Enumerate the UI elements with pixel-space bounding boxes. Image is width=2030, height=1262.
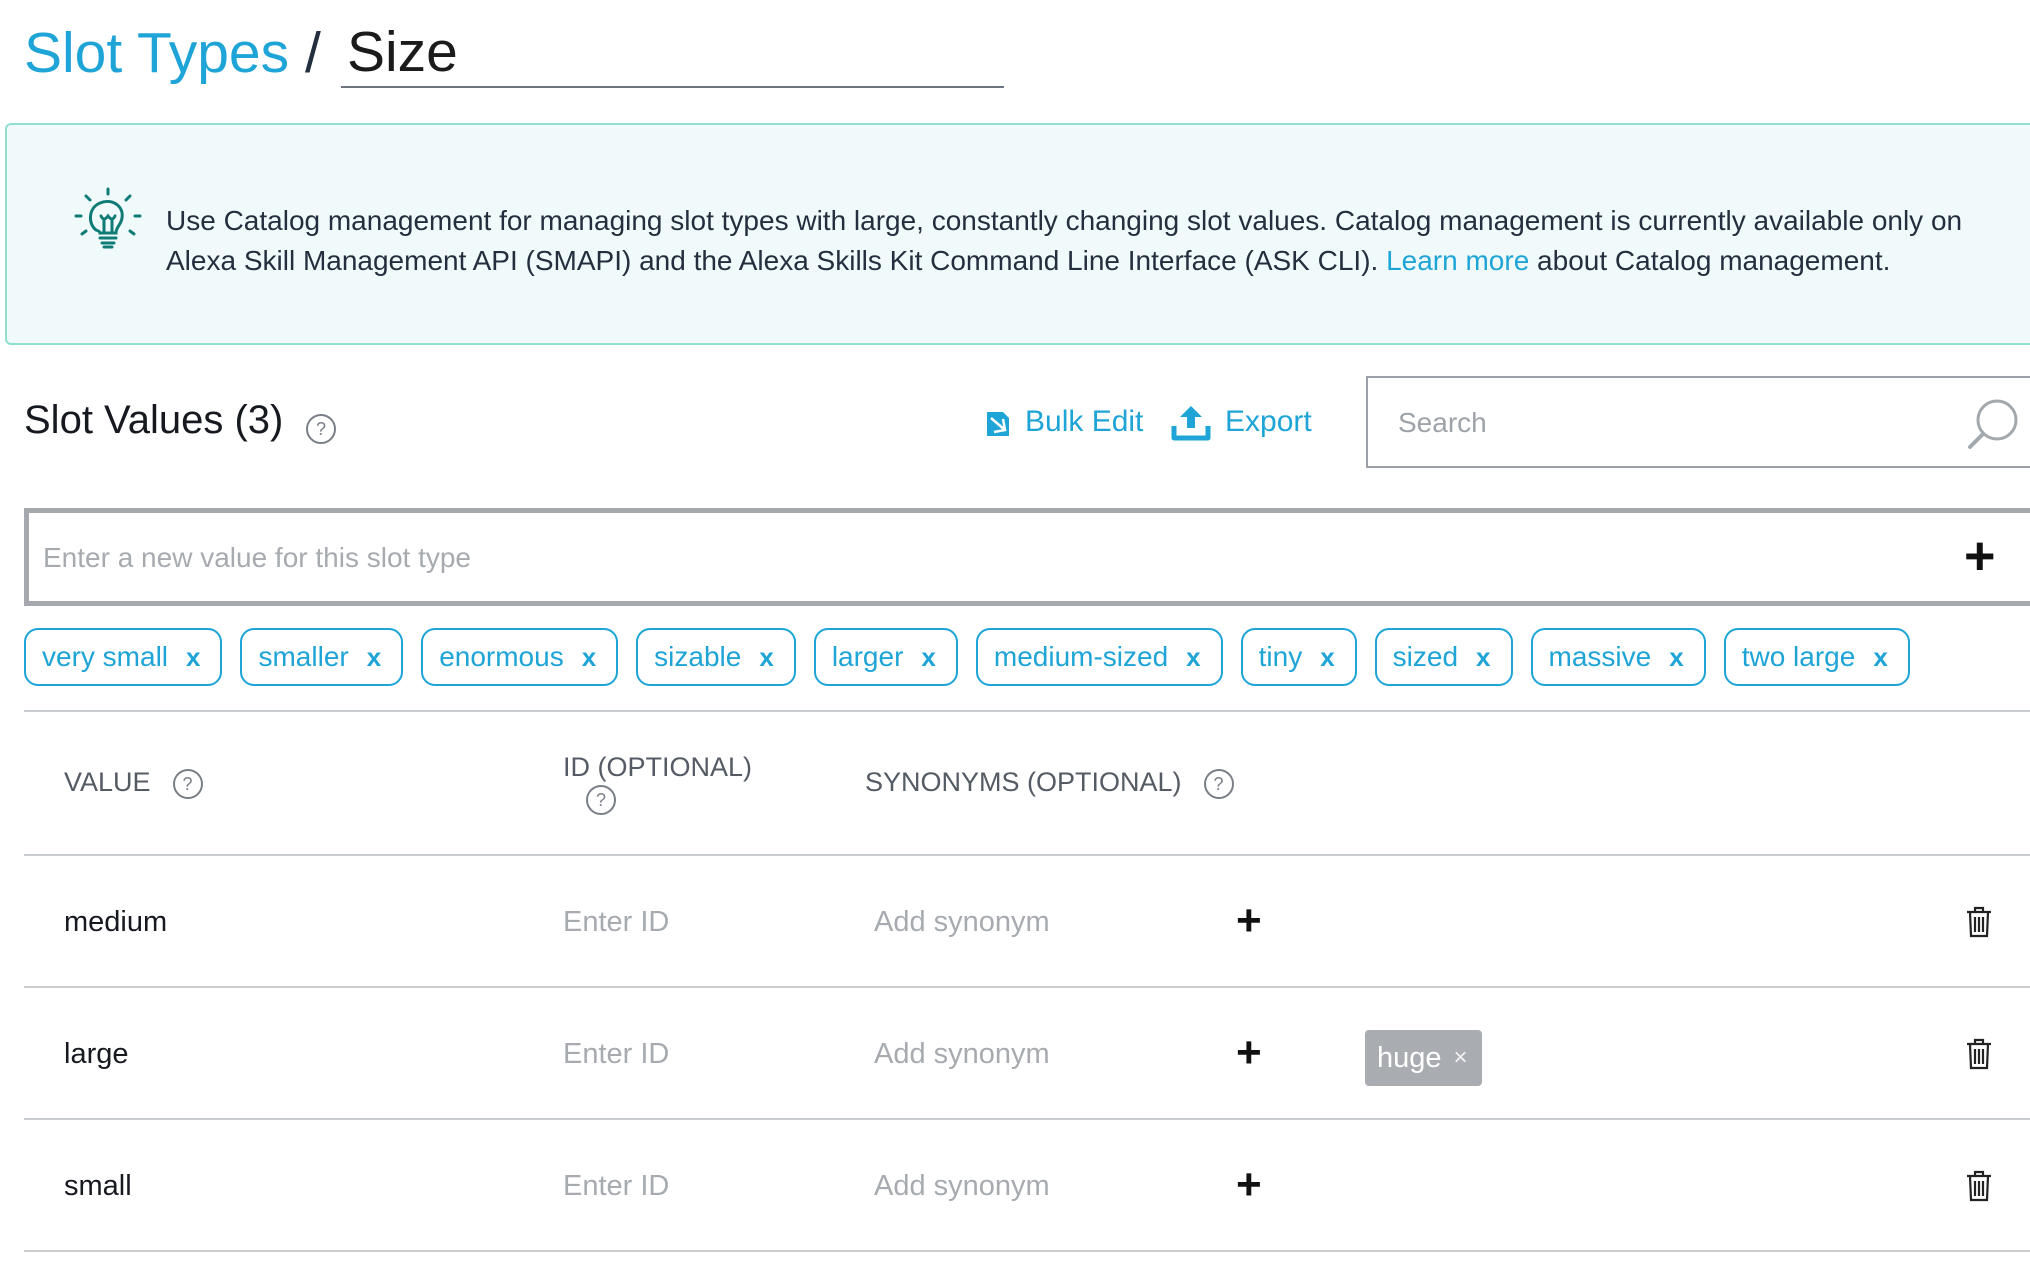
table-divider-top (24, 710, 2030, 712)
bulk-edit-button[interactable]: Bulk Edit (985, 402, 1143, 442)
lightbulb-icon (74, 187, 142, 249)
remove-suggestion-button[interactable]: x (186, 642, 200, 673)
column-header-id: ID (OPTIONAL) (563, 750, 752, 784)
suggestion-chip-label: larger (831, 641, 904, 672)
search-box (1366, 376, 2030, 468)
add-value-button[interactable]: + (1964, 529, 1996, 583)
row-synonym-input[interactable] (874, 900, 1194, 944)
delete-row-trash-icon[interactable] (1966, 1170, 1992, 1202)
remove-synonym-button[interactable]: × (1454, 1044, 1468, 1072)
export-button[interactable]: Export (1171, 402, 1312, 442)
suggestion-chip-label: sizable (654, 641, 742, 672)
suggestion-chip[interactable]: massive x (1530, 628, 1706, 686)
export-label: Export (1225, 405, 1312, 438)
suggestion-chip-label: medium-sized (993, 641, 1169, 672)
table-row-divider (24, 1250, 2030, 1252)
suggestion-chip[interactable]: tiny x (1240, 628, 1357, 686)
bulk-edit-icon (987, 412, 1009, 437)
breadcrumb-slot-types-link[interactable]: Slot Types (24, 18, 289, 88)
remove-suggestion-button[interactable]: x (1669, 642, 1683, 673)
bulk-edit-label: Bulk Edit (1025, 405, 1144, 438)
column-synonyms-label: SYNONYMS (OPTIONAL) (865, 767, 1182, 797)
add-synonym-button[interactable]: + (1236, 1163, 1262, 1207)
suggestion-chip[interactable]: sizable x (636, 628, 796, 686)
suggestion-chip-label: very small (42, 641, 169, 672)
row-value: large (64, 1038, 129, 1070)
suggestion-chip-label: tiny (1258, 641, 1303, 672)
row-id-input[interactable] (563, 1164, 813, 1208)
table-header-divider (24, 854, 2030, 856)
export-icon (1171, 406, 1211, 441)
row-id-input[interactable] (563, 1032, 813, 1076)
remove-suggestion-button[interactable]: x (1186, 642, 1200, 673)
new-value-input[interactable] (41, 513, 1945, 603)
row-synonym-input[interactable] (874, 1164, 1194, 1208)
add-synonym-button[interactable]: + (1236, 1031, 1262, 1075)
synonym-label: huge (1377, 1041, 1442, 1074)
slot-type-name-input[interactable] (341, 18, 1004, 88)
new-value-field (24, 508, 2030, 606)
remove-suggestion-button[interactable]: x (367, 642, 381, 673)
synonym-chip: huge × (1365, 1030, 1482, 1086)
column-value-label: VALUE (64, 767, 151, 797)
delete-row-trash-icon[interactable] (1966, 906, 1992, 938)
suggestion-chip[interactable]: two large x (1723, 628, 1910, 686)
slot-values-help-icon[interactable]: ? (306, 414, 336, 444)
suggestion-chip[interactable]: larger x (813, 628, 958, 686)
search-input[interactable] (1396, 378, 1960, 468)
column-header-synonyms: SYNONYMS (OPTIONAL)? (865, 765, 1234, 799)
banner-text-end: about Catalog management. (1529, 245, 1891, 276)
suggested-values: very small x smaller x enormous x sizable x larg… (24, 628, 1928, 690)
synonyms-help-icon[interactable]: ? (1203, 768, 1234, 799)
remove-suggestion-button[interactable]: x (1873, 642, 1887, 673)
banner-message: Use Catalog management for managing slot… (166, 201, 1986, 281)
suggestion-chip-label: enormous (439, 641, 564, 672)
remove-suggestion-button[interactable]: x (582, 642, 596, 673)
column-header-value: VALUE? (64, 765, 203, 799)
suggestion-chip[interactable]: smaller x (240, 628, 404, 686)
delete-row-trash-icon[interactable] (1966, 1038, 1992, 1070)
suggestion-chip[interactable]: enormous x (421, 628, 619, 686)
suggestion-chip[interactable]: very small x (24, 628, 223, 686)
suggestion-chip-label: sized (1392, 641, 1459, 672)
suggestion-chip-label: massive (1548, 641, 1652, 672)
remove-suggestion-button[interactable]: x (759, 642, 773, 673)
add-synonym-button[interactable]: + (1236, 899, 1262, 943)
row-id-input[interactable] (563, 900, 813, 944)
breadcrumb-separator: / (305, 21, 321, 85)
suggestion-chip-label: two large (1741, 641, 1856, 672)
suggestion-chip-label: smaller (258, 641, 349, 672)
search-icon[interactable] (1965, 396, 2021, 452)
remove-suggestion-button[interactable]: x (1476, 642, 1490, 673)
row-value: medium (64, 906, 168, 938)
id-help-icon[interactable]: ? (586, 785, 616, 815)
value-help-icon[interactable]: ? (172, 768, 203, 799)
remove-suggestion-button[interactable]: x (921, 642, 935, 673)
table-row-divider (24, 1118, 2030, 1120)
table-row-divider (24, 986, 2030, 988)
suggestion-chip[interactable]: sized x (1374, 628, 1513, 686)
slot-values-title: Slot Values (3) (24, 398, 284, 442)
row-value: small (64, 1170, 132, 1202)
row-synonym-input[interactable] (874, 1032, 1194, 1076)
suggestion-chip[interactable]: medium-sized x (975, 628, 1223, 686)
remove-suggestion-button[interactable]: x (1320, 642, 1334, 673)
column-id-label: ID (OPTIONAL) (563, 752, 753, 782)
learn-more-link[interactable]: Learn more (1386, 245, 1529, 276)
